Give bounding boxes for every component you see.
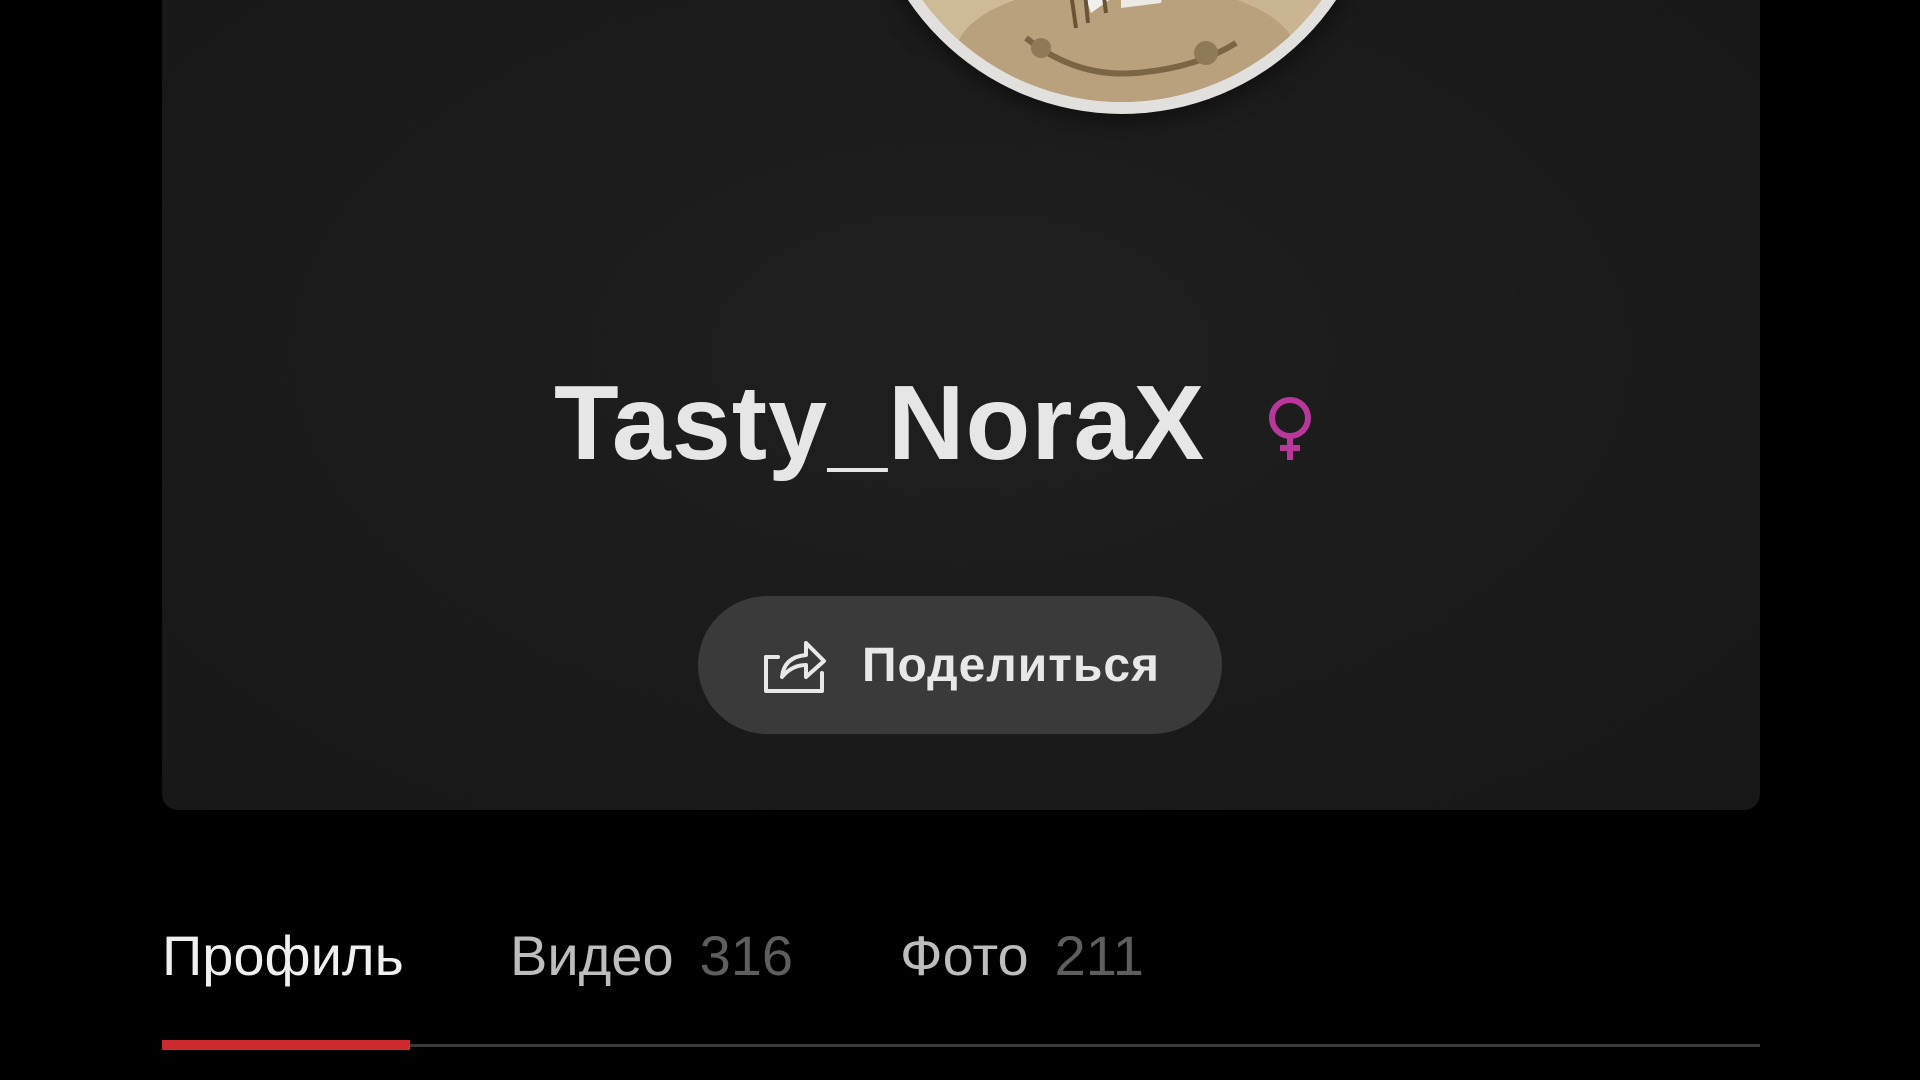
avatar-photo xyxy=(876,0,1368,102)
share-button[interactable]: Поделиться xyxy=(698,596,1222,734)
profile-tabs: Профиль Видео 316 Фото 211 xyxy=(162,916,1760,1050)
profile-page: Tasty_NoraX Поделиться Профиль Видео 316 … xyxy=(0,0,1920,1080)
tab-video[interactable]: Видео 316 xyxy=(510,916,793,996)
active-tab-indicator xyxy=(162,1040,410,1050)
share-button-label: Поделиться xyxy=(861,638,1161,692)
tab-profile-label: Профиль xyxy=(162,924,404,987)
avatar-image-icon xyxy=(876,0,1368,102)
tab-photo[interactable]: Фото 211 xyxy=(900,916,1144,996)
tab-photo-label: Фото xyxy=(900,924,1029,987)
avatar[interactable] xyxy=(864,0,1380,114)
tab-photo-count: 211 xyxy=(1054,924,1144,987)
tab-video-count: 316 xyxy=(699,924,794,987)
tab-video-label: Видео xyxy=(510,924,674,987)
username: Tasty_NoraX xyxy=(554,364,1206,482)
female-symbol-icon xyxy=(1269,397,1311,460)
username-row: Tasty_NoraX xyxy=(0,368,1920,478)
share-arrow-icon xyxy=(763,641,826,693)
tab-profile[interactable]: Профиль xyxy=(162,916,404,996)
